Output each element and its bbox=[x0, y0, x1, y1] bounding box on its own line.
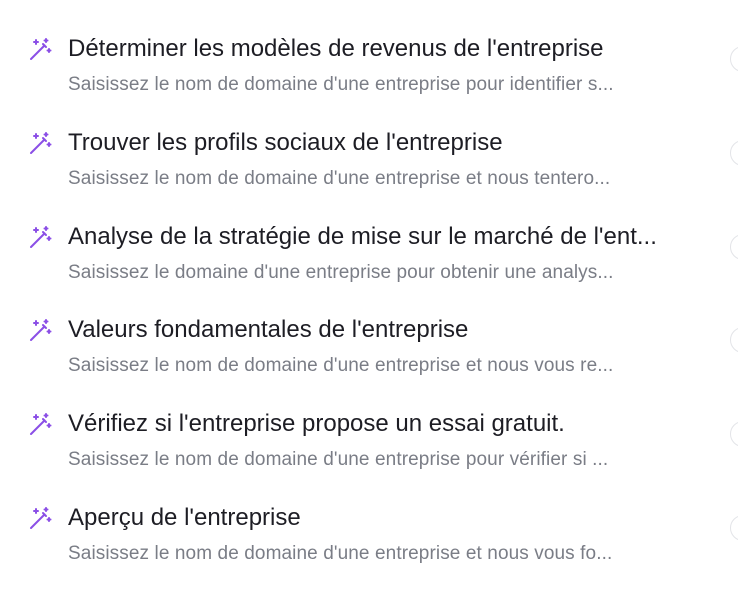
item-control[interactable] bbox=[730, 140, 738, 166]
magic-wand-icon bbox=[27, 37, 53, 63]
item-description: Saisissez le nom de domaine d'une entrep… bbox=[68, 74, 614, 95]
magic-wand-icon bbox=[27, 318, 53, 344]
list-item[interactable]: Analyse de la stratégie de mise sur le m… bbox=[0, 222, 738, 302]
item-title: Trouver les profils sociaux de l'entrepr… bbox=[68, 129, 503, 156]
item-control[interactable] bbox=[730, 234, 738, 260]
item-control[interactable] bbox=[730, 421, 738, 447]
item-title: Analyse de la stratégie de mise sur le m… bbox=[68, 223, 657, 250]
magic-wand-icon bbox=[27, 131, 53, 157]
item-description: Saisissez le nom de domaine d'une entrep… bbox=[68, 168, 611, 189]
list-item[interactable]: Valeurs fondamentales de l'entreprise Sa… bbox=[0, 315, 738, 395]
magic-wand-icon bbox=[27, 506, 53, 532]
magic-wand-icon bbox=[27, 225, 53, 251]
item-title: Déterminer les modèles de revenus de l'e… bbox=[68, 35, 604, 62]
item-description: Saisissez le nom de domaine d'une entrep… bbox=[68, 543, 613, 564]
item-control[interactable] bbox=[730, 46, 738, 72]
item-description: Saisissez le nom de domaine d'une entrep… bbox=[68, 355, 614, 376]
list-item[interactable]: Aperçu de l'entreprise Saisissez le nom … bbox=[0, 503, 738, 583]
item-control[interactable] bbox=[730, 327, 738, 353]
list-item[interactable]: Déterminer les modèles de revenus de l'e… bbox=[0, 34, 738, 114]
list-item[interactable]: Trouver les profils sociaux de l'entrepr… bbox=[0, 128, 738, 208]
item-description: Saisissez le nom de domaine d'une entrep… bbox=[68, 449, 609, 470]
item-description: Saisissez le domaine d'une entreprise po… bbox=[68, 262, 614, 283]
item-title: Aperçu de l'entreprise bbox=[68, 504, 301, 531]
list-item[interactable]: Vérifiez si l'entreprise propose un essa… bbox=[0, 409, 738, 489]
template-list: Déterminer les modèles de revenus de l'e… bbox=[0, 0, 738, 596]
item-title: Vérifiez si l'entreprise propose un essa… bbox=[68, 410, 565, 437]
item-title: Valeurs fondamentales de l'entreprise bbox=[68, 316, 469, 343]
item-control[interactable] bbox=[730, 515, 738, 541]
magic-wand-icon bbox=[27, 412, 53, 438]
